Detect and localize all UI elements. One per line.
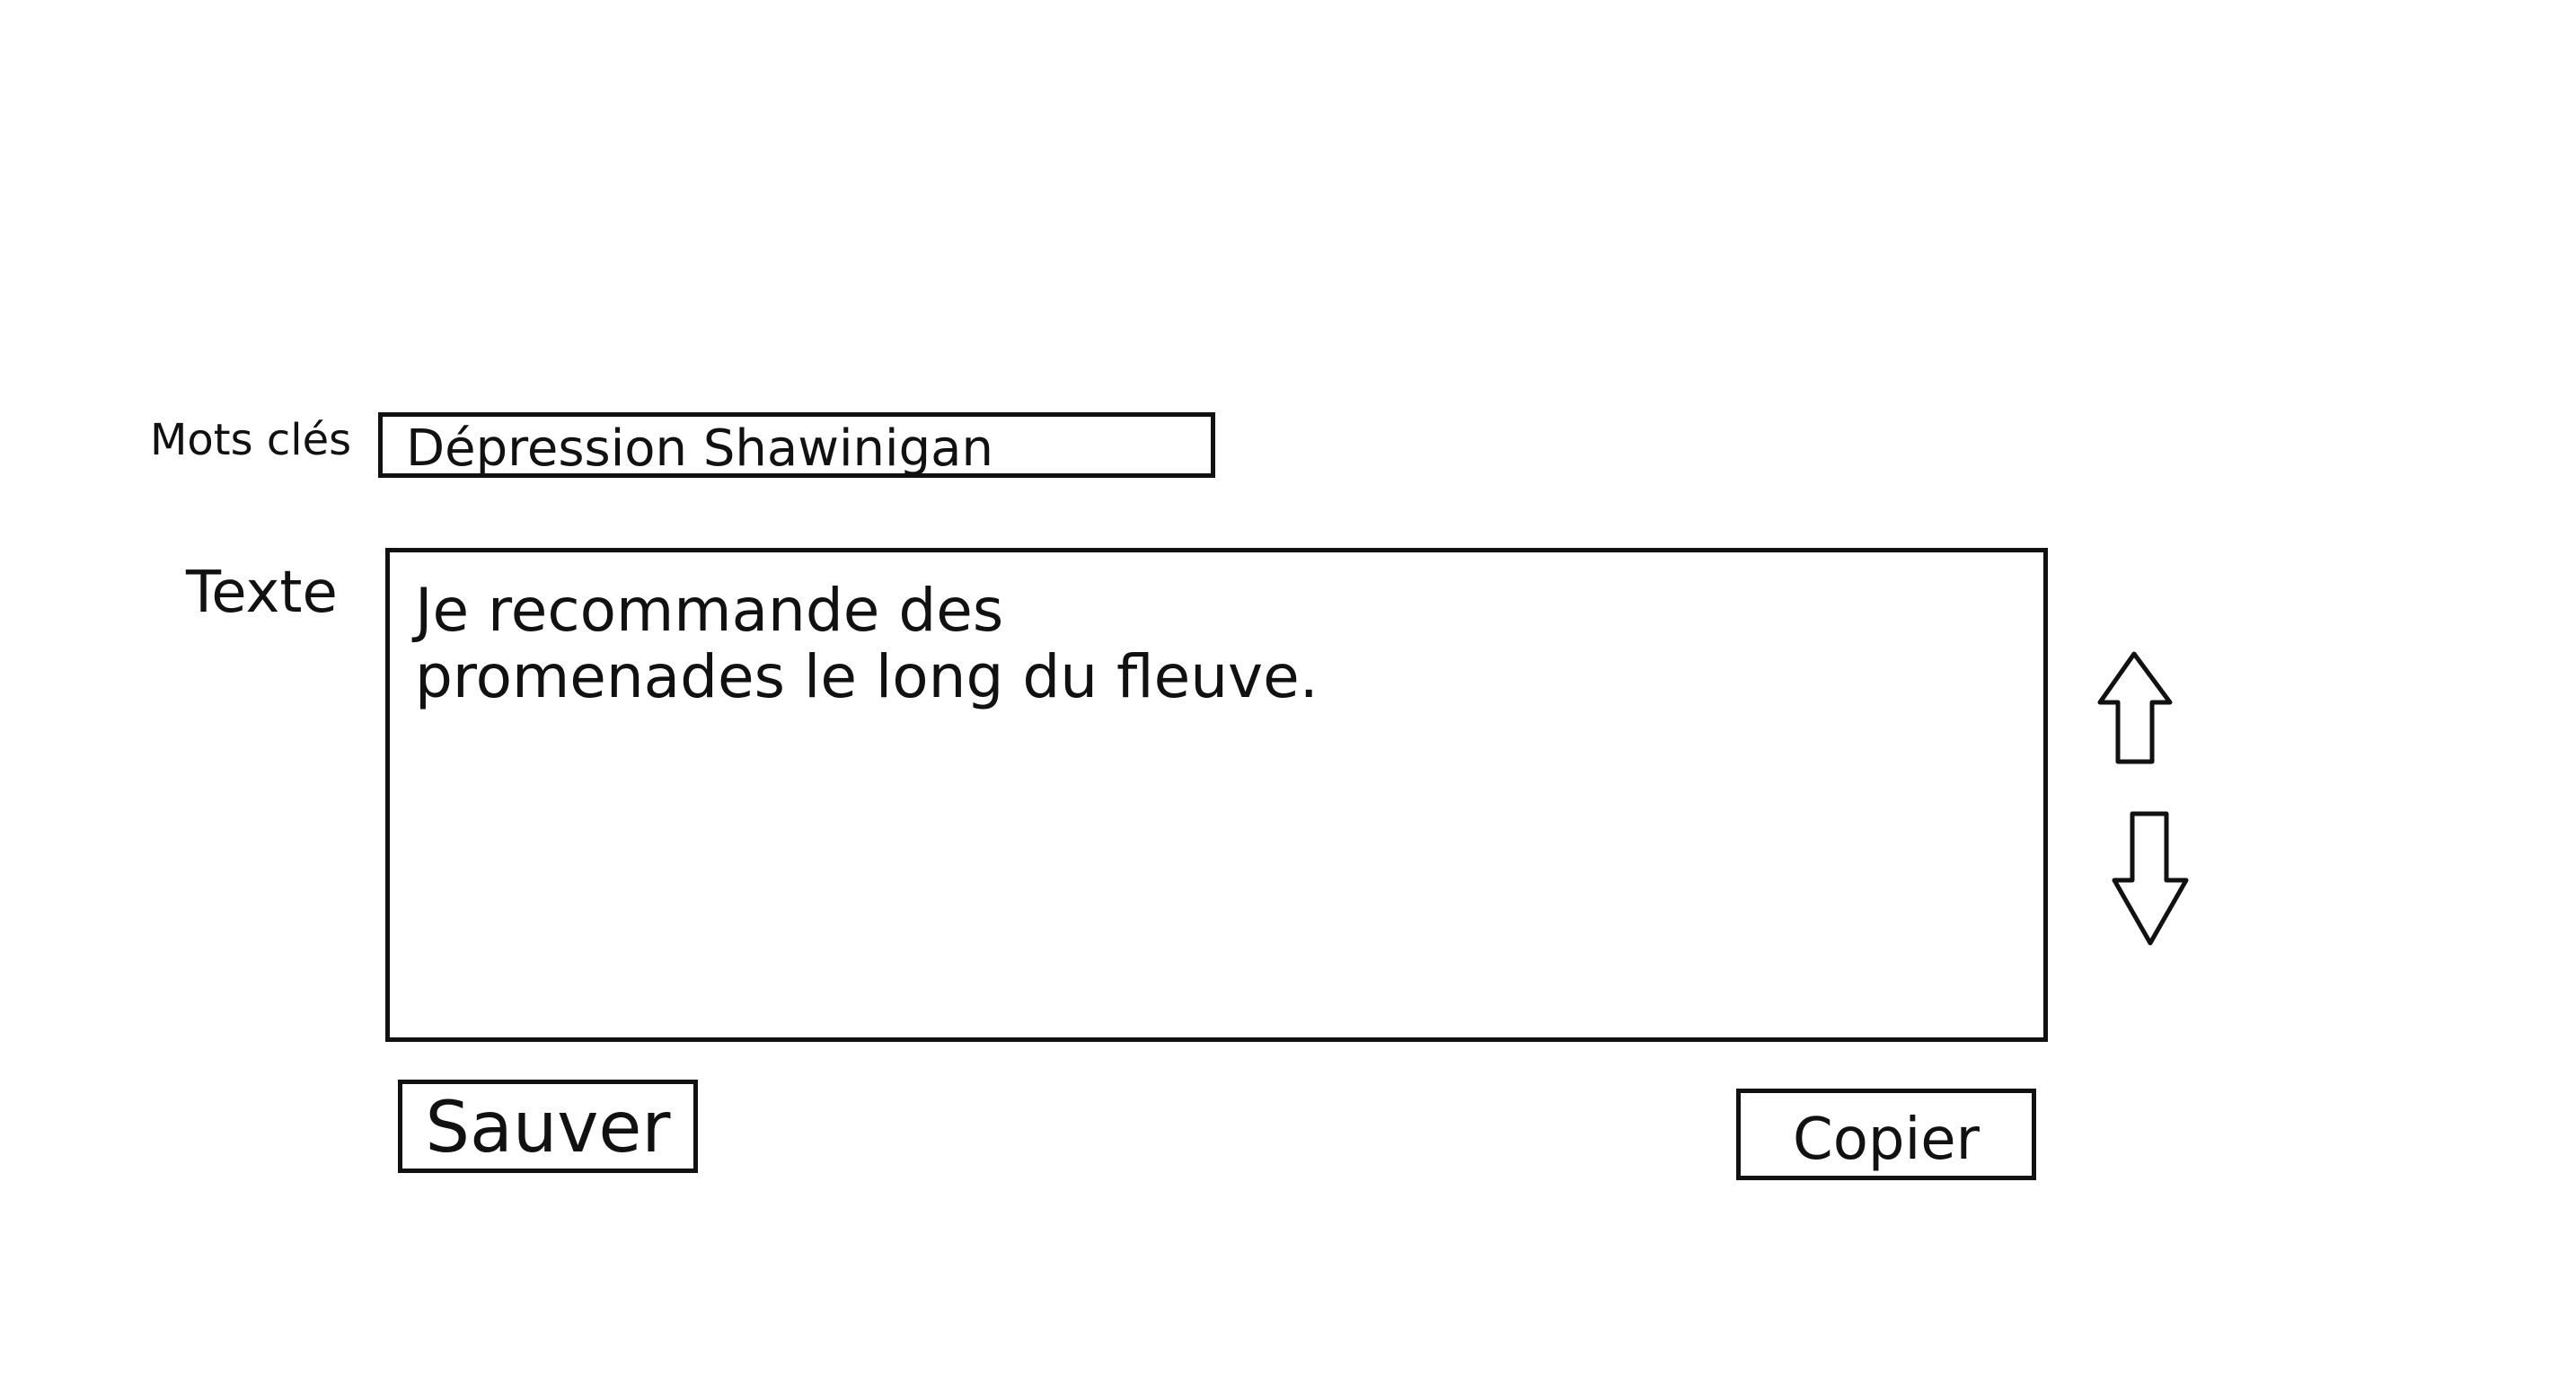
keywords-label: Mots clés [150,415,352,465]
save-button[interactable]: Sauver [398,1080,698,1173]
arrow-up-icon[interactable] [2082,647,2190,772]
arrow-down-icon[interactable] [2096,808,2204,952]
text-label: Texte [186,560,338,626]
copy-button[interactable]: Copier [1736,1089,2036,1180]
keywords-value: Dépression Shawinigan [406,419,993,478]
text-line: promenades le long du fleuve. [415,642,1319,711]
text-line: Je recommande des [415,576,1004,645]
text-area[interactable]: Je recommande des promenades le long du … [385,548,2048,1042]
keywords-input[interactable]: Dépression Shawinigan [378,412,1215,478]
